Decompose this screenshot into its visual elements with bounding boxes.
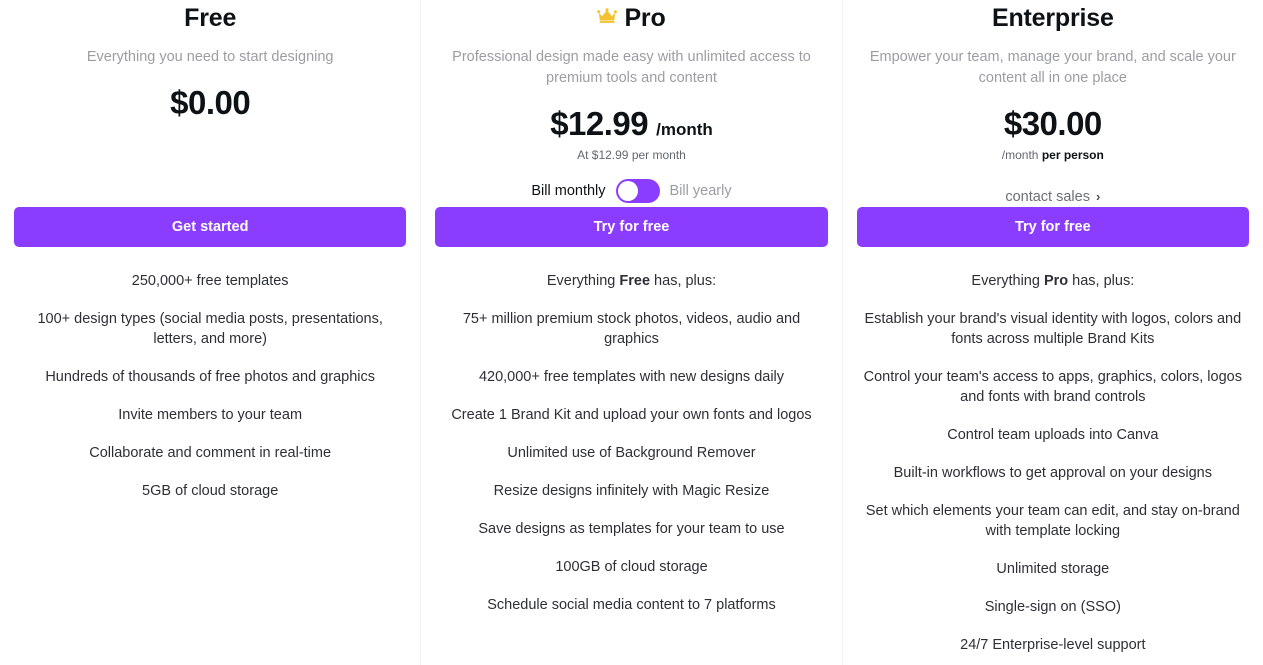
cta-slot-pro: Try for free (435, 207, 828, 247)
feature-item: 250,000+ free templates (131, 273, 289, 289)
feature-item: Control team uploads into Canva (947, 427, 1159, 443)
plan-column-enterprise: Enterprise Empower your team, manage you… (841, 0, 1263, 665)
plan-title-enterprise: Enterprise (857, 0, 1249, 35)
feature-item: 100+ design types (social media posts, p… (37, 311, 383, 347)
feature-item: 75+ million premium stock photos, videos… (462, 311, 801, 347)
chevron-right-icon: › (1095, 189, 1101, 204)
get-started-button[interactable]: Get started (14, 207, 407, 247)
price-row-enterprise: $30.00 (857, 105, 1249, 143)
cta-slot-free: Get started (14, 207, 407, 247)
feature-item: 5GB of cloud storage (142, 483, 279, 499)
feature-item: 24/7 Enterprise-level support (960, 637, 1146, 653)
intro-suffix: has, plus: (1068, 273, 1135, 289)
pricing-plans-grid: Free Everything you need to start design… (0, 0, 1263, 665)
plan-title-text: Enterprise (991, 4, 1114, 32)
contact-sales-label: contact sales (1005, 188, 1090, 205)
plan-title-pro: Pro (435, 0, 827, 35)
feature-item: Unlimited storage (996, 561, 1110, 577)
feature-item: Single-sign on (SSO) (984, 599, 1121, 615)
bill-monthly-label[interactable]: Bill monthly (531, 183, 605, 199)
feature-item: Save designs as templates for your team … (478, 521, 785, 537)
price-note-prefix: /month (1001, 148, 1042, 162)
billing-cycle-toggle[interactable] (615, 179, 660, 203)
feature-item: Control your team's access to apps, grap… (863, 369, 1242, 405)
price-note-pro: At $12.99 per month (577, 148, 686, 162)
price-amount-enterprise: $30.00 (1003, 105, 1102, 142)
intro-bold: Free (619, 273, 651, 289)
feature-item: Collaborate and comment in real-time (89, 445, 332, 461)
cta-slot-enterprise: Try for free (856, 207, 1249, 247)
feature-item: Set which elements your team can edit, a… (865, 503, 1240, 539)
feature-item: Establish your brand's visual identity w… (864, 311, 1242, 347)
plan-tagline-pro: Professional design made easy with unlim… (452, 49, 811, 86)
try-for-free-button-pro[interactable]: Try for free (435, 207, 828, 247)
feature-item: Create 1 Brand Kit and upload your own f… (451, 407, 812, 423)
bill-yearly-label[interactable]: Bill yearly (670, 183, 732, 199)
price-row-pro: $12.99 /month (435, 105, 827, 143)
feature-item: Resize designs infinitely with Magic Res… (493, 483, 770, 499)
plan-tagline-free: Everything you need to start designing (86, 49, 334, 65)
feature-item: Built-in workflows to get approval on yo… (893, 465, 1212, 481)
plan-title-free: Free (14, 0, 406, 35)
price-note-bold: per person (1041, 148, 1104, 162)
feature-list-free: 250,000+ free templates 100+ design type… (8, 271, 412, 519)
price-amount-free: $0.00 (170, 84, 251, 121)
feature-list-pro: Everything Free has, plus: 75+ million p… (429, 271, 833, 633)
toggle-knob (617, 181, 638, 201)
features-intro-enterprise: Everything Pro has, plus: (851, 271, 1255, 291)
feature-item: 100GB of cloud storage (555, 559, 708, 575)
intro-bold: Pro (1043, 273, 1069, 289)
intro-prefix: Everything (971, 273, 1044, 289)
feature-item: Hundreds of thousands of free photos and… (45, 369, 376, 385)
feature-item: Invite members to your team (118, 407, 303, 423)
feature-item: Schedule social media content to 7 platf… (487, 597, 776, 613)
feature-item: 420,000+ free templates with new designs… (478, 369, 785, 385)
plan-column-pro: Pro Professional design made easy with u… (420, 0, 841, 665)
plan-title-text: Pro (624, 4, 666, 32)
feature-list-enterprise: Everything Pro has, plus: Establish your… (851, 271, 1255, 665)
contact-sales-link[interactable]: contact sales › (1005, 186, 1100, 207)
price-row-free: $0.00 (14, 84, 406, 122)
feature-item: Unlimited use of Background Remover (507, 445, 756, 461)
plan-tagline-enterprise: Empower your team, manage your brand, an… (869, 49, 1236, 86)
intro-prefix: Everything (546, 273, 620, 289)
crown-icon (597, 7, 618, 28)
billing-cycle-toggle-group: Bill monthly Bill yearly (435, 178, 827, 204)
plan-title-text: Free (184, 4, 237, 32)
plan-column-free: Free Everything you need to start design… (0, 0, 420, 665)
price-note-enterprise: /month per person (857, 147, 1249, 164)
price-amount-pro: $12.99 (550, 105, 649, 142)
price-period-pro: /month (656, 120, 713, 139)
try-for-free-button-enterprise[interactable]: Try for free (856, 207, 1249, 247)
features-intro-pro: Everything Free has, plus: (429, 271, 833, 291)
intro-suffix: has, plus: (650, 273, 717, 289)
